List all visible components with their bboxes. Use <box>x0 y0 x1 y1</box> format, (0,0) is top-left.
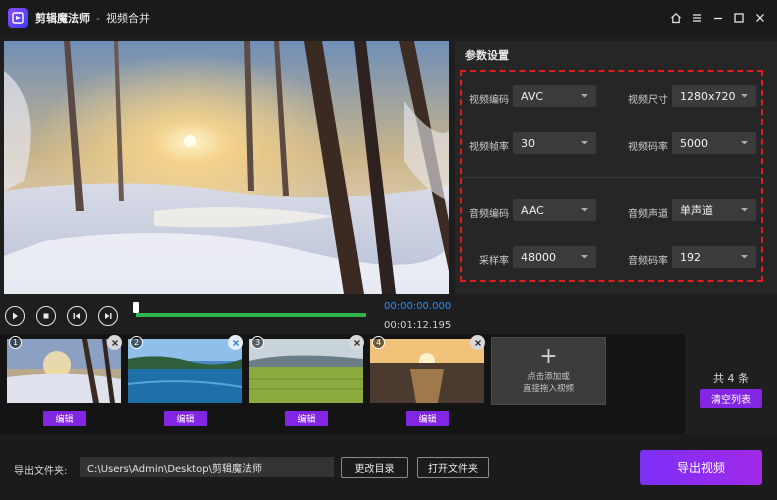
frame-rate-value: 30 <box>521 136 535 150</box>
prev-frame-icon[interactable] <box>67 306 87 326</box>
video-bitrate-value: 5000 <box>680 136 708 150</box>
chevron-down-icon <box>741 208 748 212</box>
total-time: 00:01:12.195 <box>384 320 452 331</box>
chevron-down-icon <box>741 94 748 98</box>
add-video-tile[interactable]: + 点击添加或 直接拖入视频 <box>491 337 606 405</box>
sample-rate-select[interactable]: 48000 <box>513 246 596 268</box>
app-logo-icon <box>8 8 28 28</box>
sample-rate-label: 采样率 <box>479 256 509 267</box>
remove-clip-icon[interactable] <box>107 335 122 350</box>
video-bitrate-select[interactable]: 5000 <box>672 132 756 154</box>
stop-icon[interactable] <box>36 306 56 326</box>
clip-number: 4 <box>372 336 385 349</box>
edit-clip-button[interactable]: 编辑 <box>285 411 328 426</box>
clip-thumbnail[interactable] <box>249 339 363 403</box>
chevron-down-icon <box>581 255 588 259</box>
audio-channel-label: 音频声道 <box>628 209 668 220</box>
video-size-label: 视频尺寸 <box>628 95 668 106</box>
home-icon[interactable] <box>667 9 685 27</box>
settings-panel: 参数设置 视频编码 AVC 视频尺寸 1280x720 视频帧率 30 视频码率… <box>455 41 777 294</box>
audio-codec-label: 音频编码 <box>469 209 509 220</box>
clip-thumbnail[interactable] <box>370 339 484 403</box>
maximize-icon[interactable] <box>730 9 748 27</box>
title-bar: 剪辑魔法师 - 视频合并 <box>0 0 777 36</box>
window-controls <box>667 0 769 36</box>
export-path-value: C:\Users\Admin\Desktop\剪辑魔法师 <box>87 463 262 475</box>
clip-number: 3 <box>251 336 264 349</box>
export-video-button[interactable]: 导出视频 <box>640 450 762 485</box>
audio-codec-value: AAC <box>521 203 544 217</box>
clip-thumbnail[interactable] <box>128 339 242 403</box>
audio-bitrate-select[interactable]: 192 <box>672 246 756 268</box>
edit-clip-button[interactable]: 编辑 <box>43 411 86 426</box>
open-folder-button[interactable]: 打开文件夹 <box>417 457 489 478</box>
progress-handle[interactable] <box>133 302 139 313</box>
video-codec-label: 视频编码 <box>469 95 509 106</box>
minimize-icon[interactable] <box>709 9 727 27</box>
clear-list-button[interactable]: 清空列表 <box>700 389 762 408</box>
sample-rate-value: 48000 <box>521 250 556 264</box>
progress-bar[interactable] <box>136 313 366 317</box>
chevron-down-icon <box>741 141 748 145</box>
add-video-hint-line2: 直接拖入视频 <box>522 384 574 394</box>
audio-channel-value: 单声道 <box>680 204 713 217</box>
audio-bitrate-value: 192 <box>680 250 701 264</box>
settings-divider <box>462 177 761 178</box>
plus-icon: + <box>539 344 558 369</box>
add-video-hint-line1: 点击添加或 <box>527 372 570 382</box>
chevron-down-icon <box>581 141 588 145</box>
export-folder-label: 导出文件夹: <box>14 466 68 477</box>
settings-title: 参数设置 <box>465 49 509 62</box>
video-size-select[interactable]: 1280x720 <box>672 85 756 107</box>
clip-count: 共 4 条 <box>713 372 749 385</box>
chevron-down-icon <box>741 255 748 259</box>
audio-codec-select[interactable]: AAC <box>513 199 596 221</box>
current-time: 00:00:00.000 <box>384 301 452 312</box>
app-name: 剪辑魔法师 <box>35 12 90 25</box>
audio-channel-select[interactable]: 单声道 <box>672 199 756 221</box>
title-separator: - <box>96 11 100 25</box>
video-preview[interactable] <box>4 41 449 294</box>
video-codec-select[interactable]: AVC <box>513 85 596 107</box>
app-window: 剪辑魔法师 - 视频合并 00:00:00.000 00:01:12.195 参… <box>0 0 777 500</box>
chevron-down-icon <box>581 208 588 212</box>
frame-rate-label: 视频帧率 <box>469 142 509 153</box>
playback-controls: 00:00:00.000 00:01:12.195 <box>0 296 455 334</box>
clip-number: 2 <box>130 336 143 349</box>
export-bar: 导出文件夹: C:\Users\Admin\Desktop\剪辑魔法师 更改目录… <box>0 434 777 500</box>
remove-clip-icon[interactable] <box>349 335 364 350</box>
remove-clip-icon[interactable] <box>228 335 243 350</box>
edit-clip-button[interactable]: 编辑 <box>164 411 207 426</box>
change-directory-button[interactable]: 更改目录 <box>341 457 408 478</box>
clip-thumbnail[interactable] <box>7 339 121 403</box>
remove-clip-icon[interactable] <box>470 335 485 350</box>
video-codec-value: AVC <box>521 89 544 103</box>
chevron-down-icon <box>581 94 588 98</box>
menu-icon[interactable] <box>688 9 706 27</box>
export-path-field[interactable]: C:\Users\Admin\Desktop\剪辑魔法师 <box>80 457 334 477</box>
play-icon[interactable] <box>5 306 25 326</box>
list-summary-panel: 共 4 条 清空列表 <box>685 334 777 434</box>
frame-rate-select[interactable]: 30 <box>513 132 596 154</box>
video-bitrate-label: 视频码率 <box>628 142 668 153</box>
audio-bitrate-label: 音频码率 <box>628 256 668 267</box>
edit-clip-button[interactable]: 编辑 <box>406 411 449 426</box>
clip-strip: 1 编辑 2 编辑 3 编辑 4 编辑 + 点击添加或 直接拖入视频 <box>0 334 685 434</box>
module-name: 视频合并 <box>105 12 150 25</box>
next-frame-icon[interactable] <box>98 306 118 326</box>
close-icon[interactable] <box>751 9 769 27</box>
clip-number: 1 <box>9 336 22 349</box>
video-size-value: 1280x720 <box>680 89 736 103</box>
